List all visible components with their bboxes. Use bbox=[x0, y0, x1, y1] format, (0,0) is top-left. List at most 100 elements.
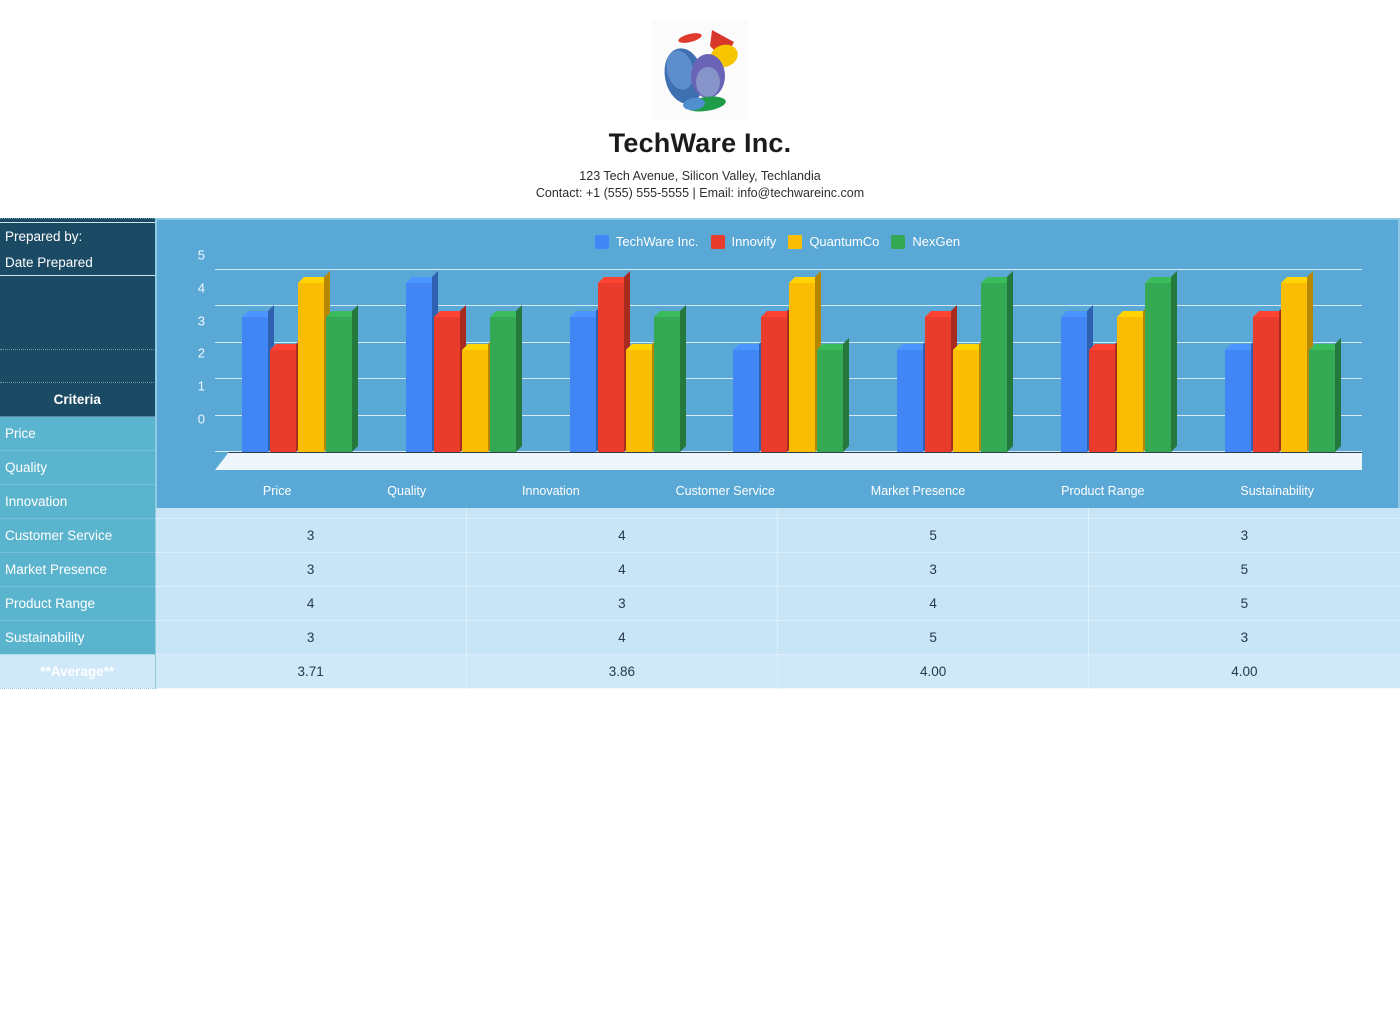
bar-side bbox=[679, 304, 686, 452]
bar-quantumco[interactable] bbox=[461, 338, 494, 452]
bar-innovify[interactable] bbox=[925, 304, 958, 452]
row-label: Innovation bbox=[0, 484, 156, 519]
chart-bars bbox=[215, 270, 1362, 452]
letterhead: TechWare Inc. 123 Tech Avenue, Silicon V… bbox=[0, 0, 1400, 218]
bar-face bbox=[1308, 350, 1335, 452]
date-prepared-label: Date Prepared bbox=[0, 249, 155, 275]
bar-group bbox=[1061, 270, 1178, 452]
bar-nexgen[interactable] bbox=[1308, 338, 1341, 452]
score-cell-techware[interactable]: 4 bbox=[155, 586, 467, 621]
bar-side bbox=[1171, 270, 1178, 452]
score-cell-quantumco[interactable]: 3 bbox=[777, 552, 1090, 587]
legend-item[interactable]: TechWare Inc. bbox=[594, 234, 699, 249]
bar-nexgen[interactable] bbox=[325, 304, 358, 452]
y-tick-label: 5 bbox=[197, 247, 205, 263]
average-cell-nexgen: 4.00 bbox=[1088, 654, 1400, 689]
chart-plot: 0 1 2 3 4 5 bbox=[187, 248, 1362, 470]
x-tick-label: Price bbox=[262, 484, 292, 498]
score-cell-innovify[interactable]: 4 bbox=[466, 552, 779, 587]
bar-face bbox=[625, 350, 652, 452]
bar-face bbox=[653, 316, 680, 452]
y-tick-label: 0 bbox=[197, 411, 205, 427]
row-label: Market Presence bbox=[0, 552, 156, 587]
bar-face bbox=[433, 316, 460, 452]
prepared-by-label: Prepared by: bbox=[0, 223, 155, 249]
bar-nexgen[interactable] bbox=[489, 304, 522, 452]
average-cell-innovify: 3.86 bbox=[466, 654, 779, 689]
bar-quantumco[interactable] bbox=[625, 338, 658, 452]
bar-quantumco[interactable] bbox=[297, 270, 330, 452]
score-cell-quantumco[interactable]: 4 bbox=[777, 586, 1090, 621]
bar-group bbox=[1224, 270, 1341, 452]
score-cell-techware[interactable]: 3 bbox=[155, 518, 467, 553]
legend-label: Innovify bbox=[731, 234, 777, 249]
bar-face bbox=[1145, 282, 1172, 452]
bar-innovify[interactable] bbox=[597, 270, 630, 452]
score-cell-nexgen[interactable]: 5 bbox=[1088, 552, 1400, 587]
bar-innovify[interactable] bbox=[269, 338, 302, 452]
row-label: Quality bbox=[0, 450, 156, 485]
bar-side bbox=[515, 304, 522, 452]
score-cell-techware[interactable]: 3 bbox=[155, 620, 467, 655]
bar-side bbox=[1334, 338, 1341, 452]
x-tick-label: Customer Service bbox=[675, 484, 775, 498]
y-tick-label: 2 bbox=[197, 345, 205, 361]
bar-nexgen[interactable] bbox=[1145, 270, 1178, 452]
legend-swatch-icon bbox=[788, 234, 803, 249]
bar-techware-inc[interactable] bbox=[569, 304, 602, 452]
table-row: Market Presence 3 4 3 5 bbox=[0, 552, 1400, 587]
column-header-criteria: Criteria bbox=[0, 383, 156, 417]
score-cell-nexgen[interactable]: 3 bbox=[1088, 518, 1400, 553]
bar-side bbox=[843, 338, 850, 452]
techware-abstract-logo-icon bbox=[652, 20, 748, 120]
score-cell-quantumco[interactable]: 5 bbox=[777, 620, 1090, 655]
bar-techware-inc[interactable] bbox=[897, 338, 930, 452]
score-cell-techware[interactable]: 3 bbox=[155, 552, 467, 587]
score-cell-quantumco[interactable]: 5 bbox=[777, 518, 1090, 553]
visualization-section: Visualization TechWare Inc.InnovifyQuant… bbox=[0, 218, 1400, 508]
average-cell-techware: 3.71 bbox=[155, 654, 467, 689]
bar-face bbox=[325, 316, 352, 452]
bar-quantumco[interactable] bbox=[1280, 270, 1313, 452]
bar-innovify[interactable] bbox=[1252, 304, 1285, 452]
row-label: Product Range bbox=[0, 586, 156, 621]
score-cell-innovify[interactable]: 4 bbox=[466, 620, 779, 655]
score-cell-nexgen[interactable]: 3 bbox=[1088, 620, 1400, 655]
bar-techware-inc[interactable] bbox=[405, 270, 438, 452]
bar-nexgen[interactable] bbox=[981, 270, 1014, 452]
bar-face bbox=[405, 282, 432, 452]
company-address: 123 Tech Avenue, Silicon Valley, Techlan… bbox=[579, 169, 821, 183]
bar-quantumco[interactable] bbox=[1117, 304, 1150, 452]
score-cell-innovify[interactable]: 3 bbox=[466, 586, 779, 621]
bar-face bbox=[761, 316, 788, 452]
bar-techware-inc[interactable] bbox=[241, 304, 274, 452]
average-row: **Average** 3.71 3.86 4.00 4.00 bbox=[0, 654, 1400, 689]
bar-face bbox=[297, 282, 324, 452]
bar-face bbox=[897, 350, 924, 452]
bar-face bbox=[489, 316, 516, 452]
score-cell-nexgen[interactable]: 5 bbox=[1088, 586, 1400, 621]
bar-face bbox=[269, 350, 296, 452]
bar-nexgen[interactable] bbox=[653, 304, 686, 452]
legend-swatch-icon bbox=[710, 234, 725, 249]
bar-innovify[interactable] bbox=[1089, 338, 1122, 452]
chart-legend: TechWare Inc. Innovify QuantumCo NexGen bbox=[157, 234, 1398, 249]
bar-face bbox=[1224, 350, 1251, 452]
bar-innovify[interactable] bbox=[761, 304, 794, 452]
bar-face bbox=[1061, 316, 1088, 452]
legend-item[interactable]: Innovify bbox=[710, 234, 777, 249]
bar-chart: TechWare Inc. Innovify QuantumCo NexGen 0 1 2… bbox=[155, 218, 1400, 508]
bar-group bbox=[405, 270, 522, 452]
chart-floor bbox=[215, 452, 1362, 470]
bar-innovify[interactable] bbox=[433, 304, 466, 452]
bar-nexgen[interactable] bbox=[817, 338, 850, 452]
bar-quantumco[interactable] bbox=[953, 338, 986, 452]
legend-item[interactable]: NexGen bbox=[891, 234, 960, 249]
bar-techware-inc[interactable] bbox=[1224, 338, 1257, 452]
bar-techware-inc[interactable] bbox=[733, 338, 766, 452]
legend-item[interactable]: QuantumCo bbox=[788, 234, 879, 249]
bar-quantumco[interactable] bbox=[789, 270, 822, 452]
score-cell-innovify[interactable]: 4 bbox=[466, 518, 779, 553]
bar-techware-inc[interactable] bbox=[1061, 304, 1094, 452]
chart-y-axis: 0 1 2 3 4 5 bbox=[187, 248, 209, 452]
